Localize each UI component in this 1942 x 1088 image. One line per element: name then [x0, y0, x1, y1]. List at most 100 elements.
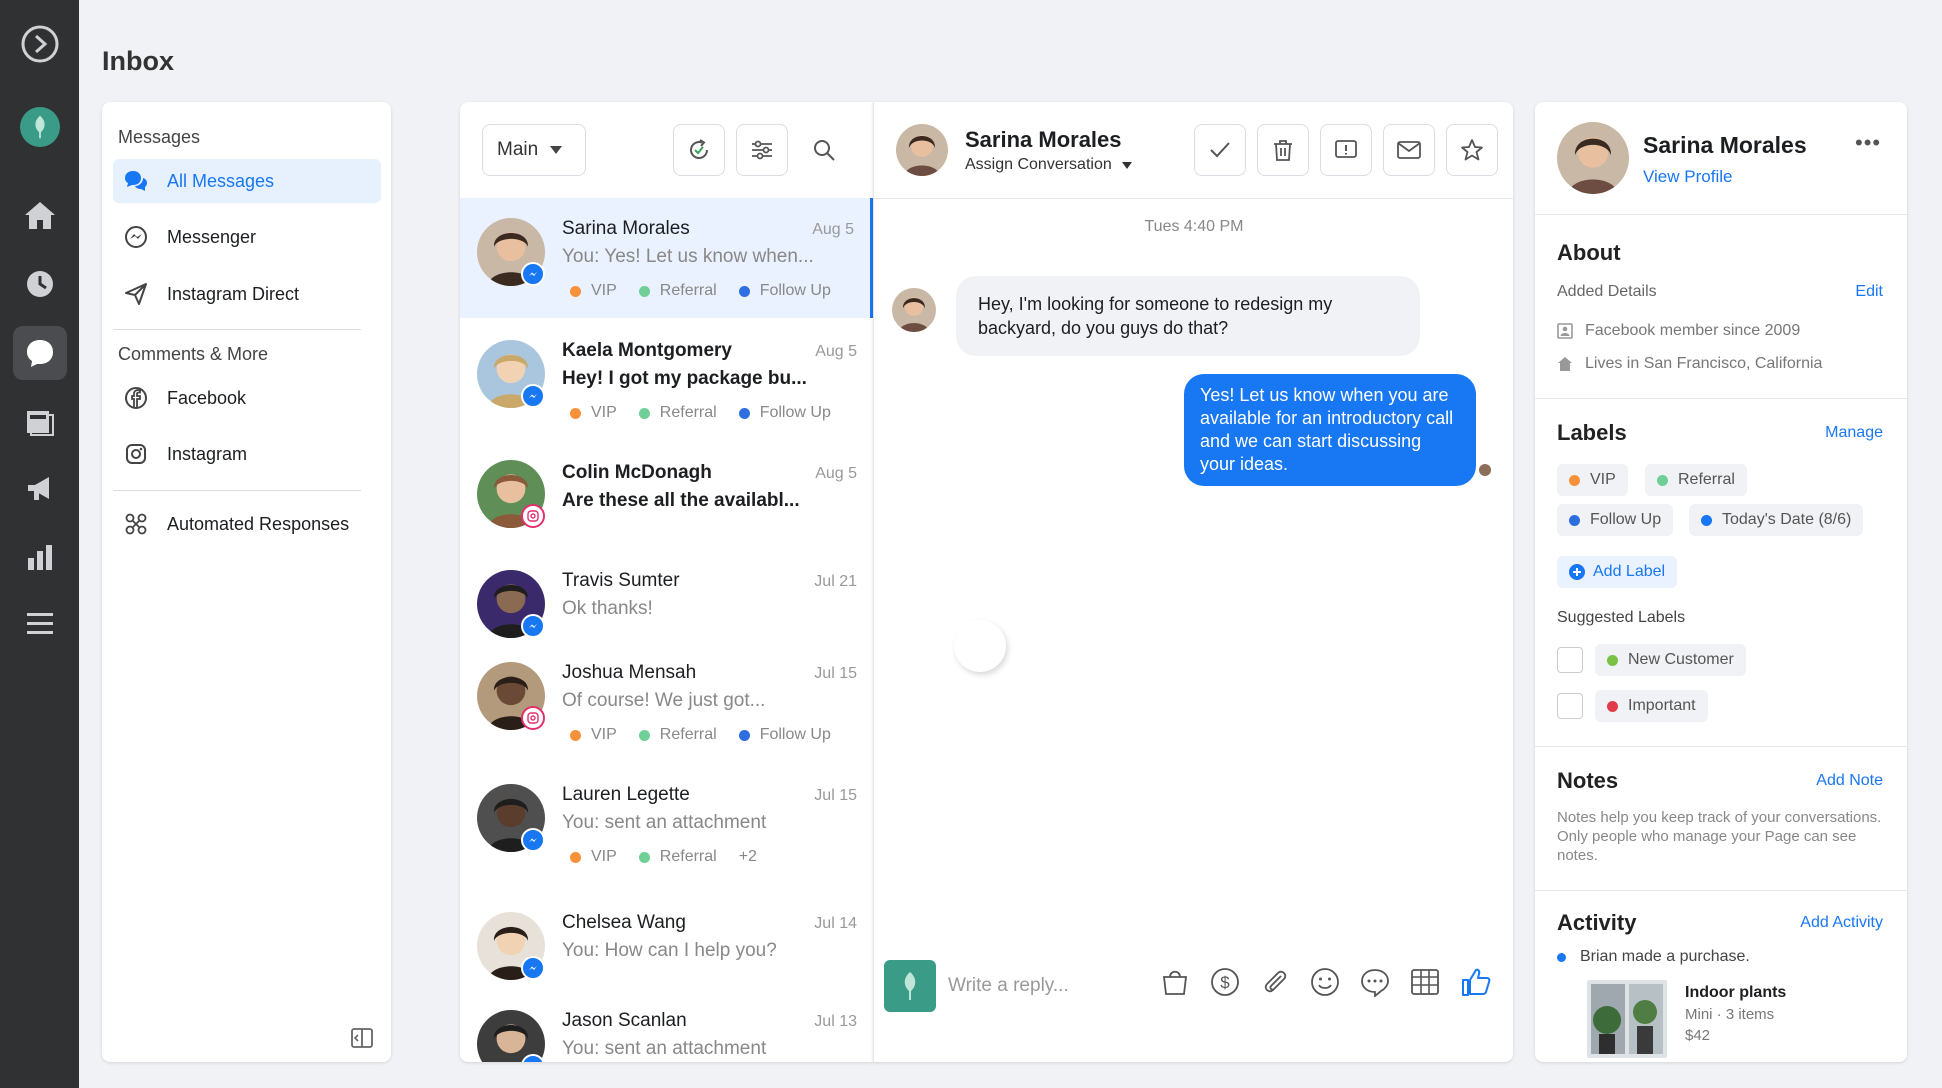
- page-title: Inbox: [102, 46, 174, 76]
- conversation-row[interactable]: Lauren Legette Jul 15 You: sent an attac…: [460, 764, 873, 884]
- nav-facebook[interactable]: Facebook: [113, 376, 381, 420]
- instagram-icon: [123, 441, 149, 467]
- message-date: Jul 13: [814, 1013, 857, 1030]
- label-chip-todays-date[interactable]: Today's Date (8/6): [1689, 504, 1864, 536]
- checkbox-new-customer[interactable]: [1557, 647, 1583, 673]
- messenger-badge-icon: [521, 828, 545, 852]
- more-options-icon[interactable]: •••: [1855, 130, 1881, 156]
- conversation-row[interactable]: Kaela Montgomery Aug 5 Hey! I got my pac…: [460, 320, 873, 440]
- contact-name: Chelsea Wang: [562, 912, 686, 933]
- message-date: Jul 15: [814, 787, 857, 804]
- profile-avatar-icon[interactable]: [20, 107, 60, 147]
- star-button[interactable]: [1446, 124, 1498, 176]
- folder-filter-label: Main: [497, 139, 539, 160]
- attachment-icon[interactable]: [1260, 967, 1290, 1002]
- messenger-badge-icon: [521, 384, 545, 408]
- filter-button[interactable]: [736, 124, 788, 176]
- mark-done-button[interactable]: [1194, 124, 1246, 176]
- conversation-row[interactable]: Joshua Mensah Jul 15 Of course! We just …: [460, 642, 873, 762]
- suggested-label-important[interactable]: Important: [1595, 690, 1708, 722]
- folder-filter-dropdown[interactable]: Main: [482, 124, 586, 176]
- notes-help-text: Notes help you keep track of your conver…: [1557, 809, 1882, 864]
- payment-icon[interactable]: $: [1210, 967, 1240, 1002]
- nav-instagram[interactable]: Instagram: [113, 432, 381, 476]
- message-preview: Ok thanks!: [562, 598, 653, 619]
- loading-spinner: [954, 620, 1006, 672]
- lives-in-text: Lives in San Francisco, California: [1585, 355, 1823, 372]
- conversation-row[interactable]: Sarina Morales Aug 5 You: Yes! Let us kn…: [460, 198, 873, 318]
- mark-unread-button[interactable]: [1383, 124, 1435, 176]
- label-dot: [1657, 474, 1668, 486]
- label-chip-follow-up[interactable]: Follow Up: [1557, 504, 1674, 536]
- label-tag-text: VIP: [591, 404, 617, 421]
- nav-all-messages[interactable]: All Messages: [113, 159, 381, 203]
- contact-avatar[interactable]: [896, 124, 948, 176]
- label-dot: [638, 285, 650, 297]
- activity-dot: [1557, 952, 1566, 962]
- edit-details-link[interactable]: Edit: [1855, 283, 1883, 301]
- message-preview: Hey! I got my package bu...: [562, 368, 807, 389]
- label-tags: VIP Referral Follow Up: [570, 404, 853, 422]
- conversation-list: Main Sarina Morales Aug 5 You: Yes! Let …: [460, 102, 873, 1062]
- label-chip-referral[interactable]: Referral: [1645, 464, 1747, 496]
- manage-labels-link[interactable]: Manage: [1825, 424, 1883, 442]
- add-label-text: Add Label: [1593, 563, 1666, 580]
- like-icon[interactable]: [1460, 966, 1492, 1003]
- saved-replies-icon[interactable]: [1360, 967, 1390, 1002]
- inbox-icon[interactable]: [13, 326, 67, 380]
- nav-messenger[interactable]: Messenger: [113, 215, 381, 259]
- meta-logo-icon[interactable]: [20, 24, 60, 64]
- conversation-row[interactable]: Colin McDonagh Aug 5 Are these all the a…: [460, 442, 873, 562]
- appointment-icon[interactable]: [1410, 967, 1440, 1002]
- clock-icon[interactable]: [20, 264, 60, 304]
- mark-spam-button[interactable]: [1320, 124, 1372, 176]
- insights-icon[interactable]: [20, 537, 60, 577]
- label-tag: VIP: [570, 282, 617, 300]
- label-tag: VIP: [570, 404, 617, 422]
- suggested-label-text: Important: [1628, 697, 1696, 714]
- product-thumbnail[interactable]: [1587, 980, 1667, 1058]
- label-dot: [738, 285, 750, 297]
- view-profile-link[interactable]: View Profile: [1643, 167, 1732, 187]
- pages-icon[interactable]: [20, 402, 60, 442]
- activity-item: Brian made a purchase.: [1557, 948, 1750, 966]
- profile-avatar[interactable]: [1557, 122, 1629, 194]
- search-button[interactable]: [798, 124, 850, 176]
- house-icon: [1558, 357, 1572, 371]
- left-rail: [0, 0, 79, 1088]
- product-name: Indoor plants: [1685, 984, 1787, 1001]
- megaphone-icon[interactable]: [20, 469, 60, 509]
- add-activity-link[interactable]: Add Activity: [1800, 914, 1883, 932]
- contact-name: Jason Scanlan: [562, 1010, 687, 1031]
- label-chip-vip[interactable]: VIP: [1557, 464, 1628, 496]
- assign-conversation-dropdown[interactable]: Assign Conversation: [965, 156, 1132, 174]
- message-preview: You: Yes! Let us know when...: [562, 246, 814, 267]
- add-label-button[interactable]: Add Label: [1557, 556, 1678, 588]
- contact-name: Sarina Morales: [965, 127, 1122, 152]
- label-dot: [638, 851, 650, 863]
- label-chip-text: Follow Up: [1590, 511, 1662, 528]
- suggested-label-new-customer[interactable]: New Customer: [1595, 644, 1746, 676]
- add-note-link[interactable]: Add Note: [1816, 772, 1883, 790]
- reply-input[interactable]: Write a reply...: [948, 975, 1069, 997]
- message-preview: You: sent an attachment: [562, 812, 767, 833]
- search-icon: [814, 140, 835, 161]
- home-icon[interactable]: [20, 195, 60, 235]
- message-preview: Of course! We just got...: [562, 690, 766, 711]
- checkbox-important[interactable]: [1557, 693, 1583, 719]
- refresh-button[interactable]: [673, 124, 725, 176]
- menu-icon[interactable]: [20, 604, 60, 644]
- lives-in-row: Lives in San Francisco, California: [1557, 355, 1822, 373]
- label-chip-text: Referral: [1678, 471, 1735, 488]
- nav-instagram-direct[interactable]: Instagram Direct: [113, 272, 381, 316]
- shop-icon[interactable]: [1160, 967, 1190, 1002]
- label-tag-text: VIP: [591, 282, 617, 299]
- nav-automated-responses[interactable]: Automated Responses: [113, 502, 381, 546]
- label-tag: Follow Up: [738, 282, 831, 300]
- emoji-icon[interactable]: [1310, 967, 1340, 1002]
- page-avatar: [884, 960, 936, 1012]
- collapse-panel-icon[interactable]: [351, 1028, 373, 1053]
- conversation-row[interactable]: Jason Scanlan Jul 13 You: sent an attach…: [460, 990, 873, 1062]
- divider: [1535, 746, 1907, 747]
- delete-button[interactable]: [1257, 124, 1309, 176]
